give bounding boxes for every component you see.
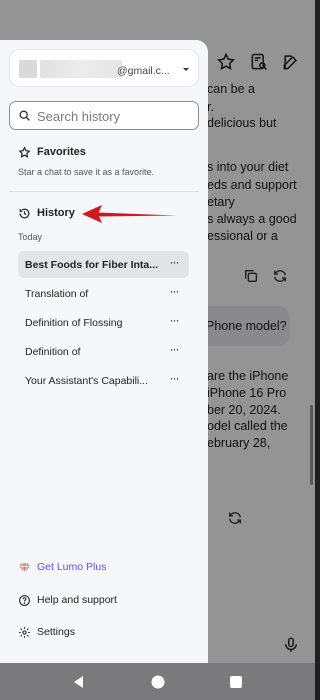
annotation-arrow xyxy=(82,205,177,223)
history-label: History xyxy=(37,207,75,219)
caret-down-icon xyxy=(183,68,189,71)
star-icon xyxy=(18,146,31,158)
back-icon[interactable] xyxy=(71,674,87,690)
account-name-redacted xyxy=(40,60,122,78)
history-clock-icon xyxy=(19,208,30,219)
navigation-drawer: @gmail.c... Favorites Star a chat to sav… xyxy=(0,40,208,663)
gear-icon xyxy=(19,627,30,638)
history-item[interactable]: Your Assistant's Capabili... ··· xyxy=(18,367,189,394)
more-options-icon[interactable]: ··· xyxy=(165,255,183,273)
settings-label: Settings xyxy=(37,626,75,638)
avatar xyxy=(19,60,37,78)
help-icon xyxy=(19,595,30,606)
more-options-icon[interactable]: ··· xyxy=(165,313,183,331)
history-item-title: Definition of Flossing xyxy=(25,317,123,329)
home-icon[interactable] xyxy=(150,674,166,690)
favorites-hint: Star a chat to save it as a favorite. xyxy=(18,167,155,177)
history-item[interactable]: Best Foods for Fiber Inta... ··· xyxy=(18,251,189,278)
divider xyxy=(9,191,199,192)
system-nav-bar xyxy=(0,663,315,700)
get-plus-label: Get Lumo Plus xyxy=(37,561,107,573)
diamond-icon xyxy=(19,563,30,574)
history-item[interactable]: Translation of ··· xyxy=(18,280,189,307)
history-item-title: Your Assistant's Capabili... xyxy=(25,375,149,387)
favorites-label: Favorites xyxy=(37,146,86,158)
history-item-title: Definition of xyxy=(25,346,81,358)
account-email: @gmail.c... xyxy=(117,65,170,77)
account-switcher[interactable]: @gmail.c... xyxy=(9,49,199,87)
history-group-today: Today xyxy=(18,232,43,242)
search-icon xyxy=(19,110,30,121)
history-item-title: Best Foods for Fiber Inta... xyxy=(25,259,159,271)
history-item[interactable]: Definition of Flossing ··· xyxy=(18,309,189,336)
history-item[interactable]: Definition of ··· xyxy=(18,338,189,365)
search-box[interactable] xyxy=(9,101,199,130)
help-support-label: Help and support xyxy=(37,594,117,606)
more-options-icon[interactable]: ··· xyxy=(165,342,183,360)
history-item-title: Translation of xyxy=(25,288,89,300)
recents-icon[interactable] xyxy=(228,674,244,690)
more-options-icon[interactable]: ··· xyxy=(165,371,183,389)
more-options-icon[interactable]: ··· xyxy=(165,284,183,302)
search-input[interactable] xyxy=(37,107,192,125)
